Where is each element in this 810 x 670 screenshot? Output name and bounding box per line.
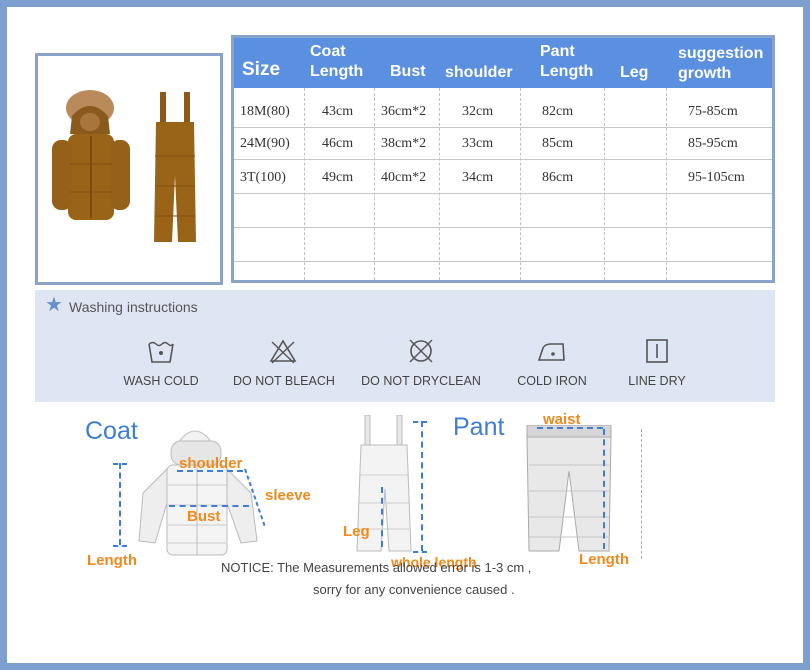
do-not-bleach-icon: [269, 339, 297, 364]
do-not-dryclean-item: DO NOT DRYCLEAN: [361, 336, 481, 388]
cell-shoulder: 34cm: [462, 170, 494, 185]
cell-size: 18M(80): [240, 104, 290, 119]
wash-cold-item: WASH COLD: [123, 336, 199, 388]
cell-growth: 95-105cm: [688, 170, 745, 185]
header-pant-length: Length: [540, 63, 594, 80]
do-not-bleach-item: DO NOT BLEACH: [233, 336, 335, 388]
notice-line-1: NOTICE: The Measurements allowed error i…: [221, 560, 532, 575]
size-chart-table: Size Coat Length Bust shoulder Pant Leng…: [231, 35, 775, 283]
cell-growth: 85-95cm: [688, 136, 738, 151]
cell-size: 3T(100): [240, 170, 286, 185]
cell-pant-length: 82cm: [542, 104, 574, 119]
wash-cold-icon: [148, 341, 174, 363]
cell-pant-length: 86cm: [542, 170, 574, 185]
measurement-guide: Coat Pant shoulder sleeve Bust Length Le…: [7, 407, 803, 663]
washing-title: Washing instructions: [69, 299, 198, 315]
table-header: Size Coat Length Bust shoulder Pant Leng…: [234, 38, 772, 88]
cell-coat-length: 49cm: [322, 170, 354, 185]
header-shoulder: shoulder: [445, 64, 513, 81]
cell-coat-length: 46cm: [322, 136, 354, 151]
snowsuit-image: [52, 90, 196, 242]
cell-bust: 38cm*2: [381, 136, 427, 151]
coat-diagram-image: [138, 430, 258, 556]
cold-iron-icon: [537, 343, 565, 361]
cell-coat-length: 43cm: [322, 104, 354, 119]
waist-label: waist: [543, 411, 581, 428]
coat-length-label: Length: [87, 552, 137, 569]
header-bust: Bust: [390, 63, 426, 80]
leg-label: Leg: [343, 523, 370, 540]
bust-label: Bust: [187, 508, 221, 525]
cell-size: 24M(90): [240, 136, 290, 151]
pant-length-label: Length: [579, 551, 629, 568]
do-not-dryclean-label: DO NOT DRYCLEAN: [361, 374, 481, 388]
header-size: Size: [242, 59, 281, 80]
line-dry-label: LINE DRY: [628, 374, 686, 388]
header-suggestion: suggestion: [678, 45, 764, 62]
cold-iron-item: COLD IRON: [509, 336, 595, 388]
cell-bust: 36cm*2: [381, 104, 427, 119]
product-photo: [35, 53, 223, 285]
cell-shoulder: 33cm: [462, 136, 494, 151]
washing-instructions: ★ Washing instructions WASH COLD DO NOT …: [35, 290, 775, 402]
header-coat-length: Length: [310, 63, 364, 80]
sleeve-label: sleeve: [265, 487, 311, 504]
header-coat: Coat: [310, 43, 346, 60]
table-row: 18M(80) 43cm 36cm*2 32cm 82cm 75-85cm: [234, 96, 772, 128]
coat-title: Coat: [85, 417, 138, 445]
page-frame: Size Coat Length Bust shoulder Pant Leng…: [7, 7, 803, 663]
cell-shoulder: 32cm: [462, 104, 494, 119]
cold-iron-label: COLD IRON: [517, 374, 587, 388]
shoulder-label: shoulder: [179, 455, 243, 472]
wash-cold-label: WASH COLD: [123, 374, 199, 388]
table-row: 24M(90) 46cm 38cm*2 33cm 85cm 85-95cm: [234, 128, 772, 160]
cell-bust: 40cm*2: [381, 170, 427, 185]
line-dry-item: LINE DRY: [619, 336, 695, 388]
cell-growth: 75-85cm: [688, 104, 738, 119]
header-pant: Pant: [540, 43, 575, 60]
do-not-bleach-label: DO NOT BLEACH: [233, 374, 335, 388]
notice-line-2: sorry for any convenience caused .: [313, 582, 515, 597]
header-leg: Leg: [620, 64, 649, 81]
star-icon: ★: [45, 294, 63, 316]
line-dry-icon: [646, 339, 668, 363]
do-not-dryclean-icon: [409, 339, 433, 363]
header-growth: growth: [678, 65, 732, 82]
pant-title: Pant: [453, 413, 505, 441]
table-row-empty: [234, 228, 772, 262]
table-row: 3T(100) 49cm 40cm*2 34cm 86cm 95-105cm: [234, 162, 772, 194]
table-row-empty: [234, 194, 772, 228]
cell-pant-length: 85cm: [542, 136, 574, 151]
